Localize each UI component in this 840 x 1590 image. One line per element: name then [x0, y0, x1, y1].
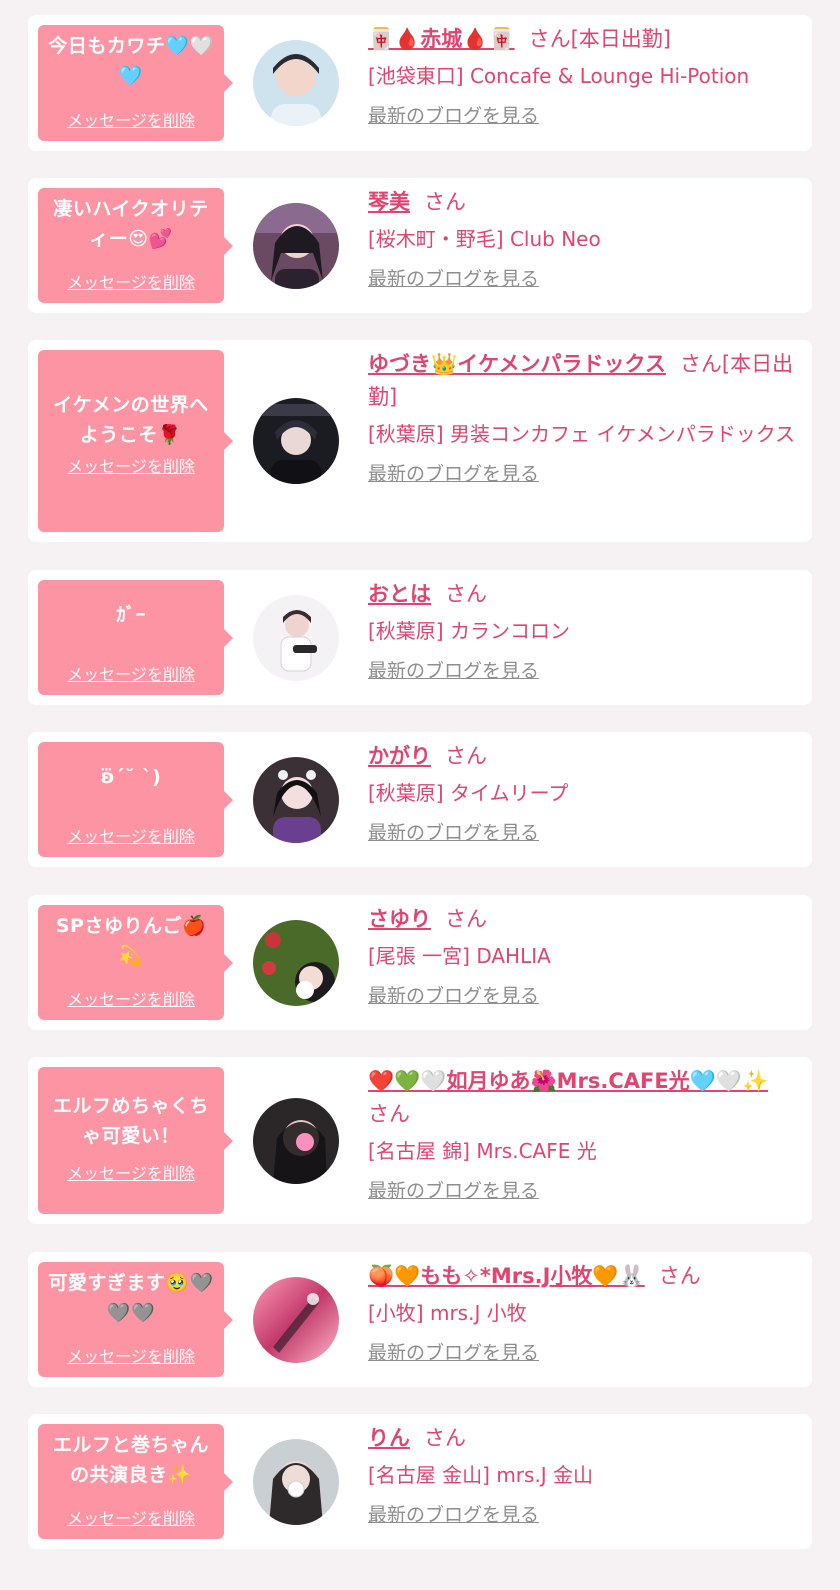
cast-name-link[interactable]: おとは: [368, 582, 431, 606]
avatar[interactable]: [253, 202, 339, 289]
avatar[interactable]: [253, 594, 339, 681]
avatar[interactable]: [253, 398, 339, 484]
favorite-card: SPさゆりんご🍎💫 メッセージを削除 さゆり さん [尾張 一宮] DAHLIA …: [28, 895, 812, 1030]
latest-blog-link[interactable]: 最新のブログを見る: [368, 820, 539, 846]
latest-blog-link[interactable]: 最新のブログを見る: [368, 1178, 539, 1204]
cast-info: かがり さん [秋葉原] タイムリープ 最新のブログを見る: [368, 740, 800, 846]
honorific: さん: [445, 582, 487, 606]
message-text: ʚ⃛ˊ˘ ˋ): [100, 766, 162, 788]
honorific: さん: [368, 1102, 410, 1126]
message-text: 可愛すぎます🥹🩶🩶🩶: [48, 1272, 214, 1324]
favorite-card: エルフめちゃくちゃ可愛い！ メッセージを削除 ❤️💚🤍如月ゆあ🌺Mrs.CAFE…: [28, 1057, 812, 1224]
honorific: さん: [679, 352, 722, 376]
latest-blog-link[interactable]: 最新のブログを見る: [368, 266, 539, 292]
delete-message-link[interactable]: メッセージを削除: [38, 1343, 224, 1367]
favorite-card: 可愛すぎます🥹🩶🩶🩶 メッセージを削除 🍑🧡もも✧*Mrs.J小牧🧡🐰 さん […: [28, 1252, 812, 1387]
shop-info: [秋葉原] タイムリープ: [368, 781, 569, 805]
message-bubble: 可愛すぎます🥹🩶🩶🩶 メッセージを削除: [38, 1262, 233, 1377]
shop-info: [名古屋 錦] Mrs.CAFE 光: [368, 1139, 597, 1163]
avatar[interactable]: [253, 756, 339, 843]
shop-info: [池袋東口] Concafe & Lounge Hi-Potion: [368, 64, 750, 88]
avatar[interactable]: [253, 40, 339, 126]
message-text: イケメンの世界へようこそ🌹: [53, 394, 209, 446]
favorite-card: イケメンの世界へようこそ🌹 メッセージを削除 ゆづき👑イケメンパラドックス さん[…: [28, 340, 812, 542]
message-bubble: ʚ⃛ˊ˘ ˋ) メッセージを削除: [38, 742, 233, 857]
cast-info: 🀄🩸赤城🩸🀄 さん[本日出勤] [池袋東口] Concafe & Lounge H…: [368, 23, 800, 129]
shop-info: [名古屋 金山] mrs.J 金山: [368, 1463, 594, 1487]
message-bubble: イケメンの世界へようこそ🌹 メッセージを削除: [38, 350, 233, 532]
delete-message-link[interactable]: メッセージを削除: [38, 1160, 224, 1184]
favorite-list: 今日もカワチ🩵🤍🩵 メッセージを削除 🀄🩸赤城🩸🀄 さん[本日出勤] [池袋東口]…: [0, 0, 840, 1590]
message-bubble: エルフめちゃくちゃ可愛い！ メッセージを削除: [38, 1067, 233, 1214]
honorific: さん: [658, 1264, 701, 1288]
cast-name-link[interactable]: かがり: [368, 744, 431, 768]
latest-blog-link[interactable]: 最新のブログを見る: [368, 461, 539, 487]
delete-message-link[interactable]: メッセージを削除: [38, 661, 224, 685]
cast-info: 琴美 さん [桜木町・野毛] Club Neo 最新のブログを見る: [368, 186, 800, 292]
attendance-status: [本日出勤]: [570, 27, 671, 51]
shop-info: [秋葉原] 男装コンカフェ イケメンパラドックス: [368, 422, 796, 446]
cast-info: おとは さん [秋葉原] カランコロン 最新のブログを見る: [368, 578, 800, 684]
favorite-card: ｶﾞｰ メッセージを削除 おとは さん [秋葉原] カランコロン 最新のブログを見…: [28, 570, 812, 705]
message-bubble: ｶﾞｰ メッセージを削除: [38, 580, 233, 695]
latest-blog-link[interactable]: 最新のブログを見る: [368, 658, 539, 684]
avatar[interactable]: [253, 1276, 339, 1363]
honorific: さん: [445, 744, 487, 768]
cast-name-link[interactable]: りん: [368, 1426, 410, 1450]
favorite-card: エルフと巻ちゃんの共演良き✨ メッセージを削除 りん さん [名古屋 金山] mr…: [28, 1414, 812, 1549]
message-text: エルフと巻ちゃんの共演良き✨: [52, 1434, 209, 1486]
honorific: さん: [424, 1426, 466, 1450]
message-text: 今日もカワチ🩵🤍🩵: [48, 35, 214, 87]
cast-info: ❤️💚🤍如月ゆあ🌺Mrs.CAFE光🩵🤍✨ さん [名古屋 錦] Mrs.CAFE…: [368, 1065, 800, 1204]
shop-info: [桜木町・野毛] Club Neo: [368, 227, 601, 251]
cast-name-link[interactable]: 🀄🩸赤城🩸🀄: [368, 27, 515, 51]
message-text: ｶﾞｰ: [116, 604, 146, 626]
message-bubble: 今日もカワチ🩵🤍🩵 メッセージを削除: [38, 25, 233, 141]
message-text: SPさゆりんご🍎💫: [55, 915, 207, 967]
delete-message-link[interactable]: メッセージを削除: [38, 107, 224, 131]
delete-message-link[interactable]: メッセージを削除: [38, 986, 224, 1010]
message-bubble: SPさゆりんご🍎💫 メッセージを削除: [38, 905, 233, 1020]
cast-name-link[interactable]: ゆづき👑イケメンパラドックス: [368, 352, 666, 376]
cast-name-link[interactable]: さゆり: [368, 907, 431, 931]
message-bubble: 凄いハイクオリティー😍💕 メッセージを削除: [38, 188, 233, 303]
latest-blog-link[interactable]: 最新のブログを見る: [368, 103, 539, 129]
latest-blog-link[interactable]: 最新のブログを見る: [368, 1502, 539, 1528]
delete-message-link[interactable]: メッセージを削除: [38, 269, 224, 293]
honorific: さん: [528, 27, 571, 51]
latest-blog-link[interactable]: 最新のブログを見る: [368, 983, 539, 1009]
shop-info: [尾張 一宮] DAHLIA: [368, 944, 551, 968]
cast-info: りん さん [名古屋 金山] mrs.J 金山 最新のブログを見る: [368, 1422, 800, 1528]
delete-message-link[interactable]: メッセージを削除: [38, 823, 224, 847]
shop-info: [秋葉原] カランコロン: [368, 619, 570, 643]
avatar[interactable]: [253, 1097, 339, 1184]
message-text: エルフめちゃくちゃ可愛い！: [52, 1095, 209, 1147]
message-bubble: エルフと巻ちゃんの共演良き✨ メッセージを削除: [38, 1424, 233, 1539]
favorite-card: ʚ⃛ˊ˘ ˋ) メッセージを削除 かがり さん [秋葉原] タイムリープ 最新のブ…: [28, 732, 812, 867]
shop-info: [小牧] mrs.J 小牧: [368, 1301, 527, 1325]
cast-name-link[interactable]: 琴美: [368, 190, 410, 214]
cast-info: さゆり さん [尾張 一宮] DAHLIA 最新のブログを見る: [368, 903, 800, 1009]
message-text: 凄いハイクオリティー😍💕: [53, 198, 209, 250]
cast-name-link[interactable]: 🍑🧡もも✧*Mrs.J小牧🧡🐰: [368, 1264, 645, 1288]
avatar[interactable]: [253, 1438, 339, 1525]
latest-blog-link[interactable]: 最新のブログを見る: [368, 1340, 539, 1366]
delete-message-link[interactable]: メッセージを削除: [38, 453, 224, 477]
cast-name-link[interactable]: ❤️💚🤍如月ゆあ🌺Mrs.CAFE光🩵🤍✨: [368, 1069, 768, 1093]
honorific: さん: [445, 907, 487, 931]
honorific: さん: [424, 190, 466, 214]
favorite-card: 凄いハイクオリティー😍💕 メッセージを削除 琴美 さん [桜木町・野毛] Club…: [28, 178, 812, 313]
avatar[interactable]: [253, 919, 339, 1006]
delete-message-link[interactable]: メッセージを削除: [38, 1505, 224, 1529]
cast-info: 🍑🧡もも✧*Mrs.J小牧🧡🐰 さん [小牧] mrs.J 小牧 最新のブログを見…: [368, 1260, 800, 1366]
favorite-card: 今日もカワチ🩵🤍🩵 メッセージを削除 🀄🩸赤城🩸🀄 さん[本日出勤] [池袋東口]…: [28, 15, 812, 151]
cast-info: ゆづき👑イケメンパラドックス さん[本日出勤] [秋葉原] 男装コンカフェ イケメ…: [368, 348, 800, 487]
